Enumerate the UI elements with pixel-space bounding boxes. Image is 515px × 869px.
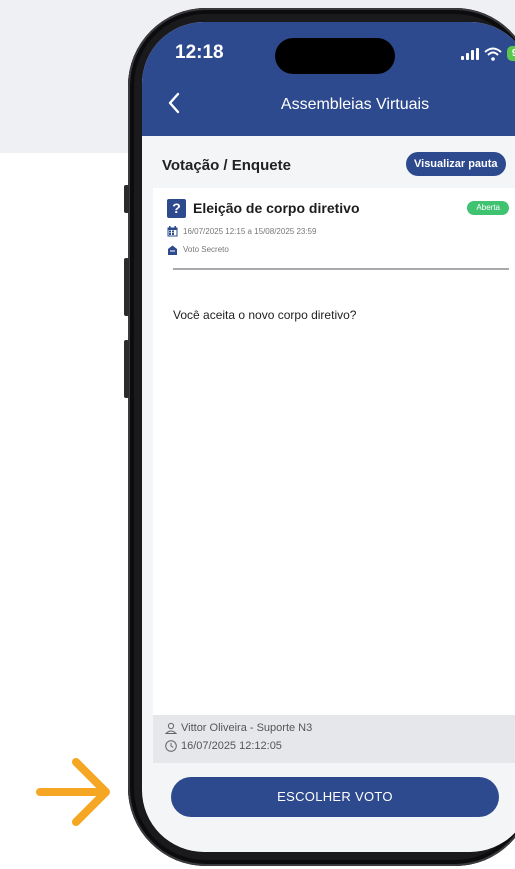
vote-type-row: Voto Secreto: [167, 244, 229, 255]
user-icon: [165, 722, 177, 734]
status-badge: Aberta: [467, 201, 509, 215]
author-datetime: 16/07/2025 12:12:05: [181, 740, 282, 752]
app-header: 12:18 94 Assembleias Virtuais: [142, 22, 515, 136]
vote-type: Voto Secreto: [183, 245, 229, 254]
divider: [173, 268, 509, 270]
poll-period: 16/07/2025 12:15 a 15/08/2025 23:59: [183, 227, 317, 236]
datetime-row: 16/07/2025 12:12:05: [165, 740, 282, 752]
signal-icon: [460, 47, 479, 60]
poll-period-row: 16/07/2025 12:15 a 15/08/2025 23:59: [167, 226, 316, 237]
side-button: [124, 185, 129, 213]
question-icon: ?: [167, 199, 186, 218]
clock-icon: [165, 740, 177, 752]
calendar-icon: [167, 226, 178, 237]
phone-screen: 12:18 94 Assembleias Virtuais Votação / …: [142, 22, 515, 852]
dynamic-island: [275, 38, 395, 74]
choose-vote-button[interactable]: ESCOLHER VOTO: [171, 777, 499, 817]
page-title: Assembleias Virtuais: [280, 96, 430, 113]
poll-question: Você aceita o novo corpo diretivo?: [173, 308, 357, 322]
poll-card: ? Eleição de corpo diretivo Aberta 16/07…: [153, 188, 515, 715]
status-icons: 94: [460, 46, 515, 61]
poll-title: Eleição de corpo diretivo: [193, 200, 360, 216]
section-title: Votação / Enquete: [162, 157, 291, 174]
author-row: Vittor Oliveira - Suporte N3: [165, 722, 312, 734]
arrow-right-icon: [36, 758, 110, 826]
side-button: [124, 258, 129, 316]
ballot-box-icon: [168, 245, 177, 255]
side-button: [124, 340, 129, 398]
battery-indicator: 94: [506, 46, 515, 61]
wifi-icon: [484, 47, 502, 61]
view-agenda-button[interactable]: Visualizar pauta: [406, 152, 506, 176]
author-info: Vittor Oliveira - Suporte N3 16/07/2025 …: [153, 715, 515, 763]
status-time: 12:18: [175, 42, 224, 63]
author-name: Vittor Oliveira - Suporte N3: [181, 722, 313, 734]
